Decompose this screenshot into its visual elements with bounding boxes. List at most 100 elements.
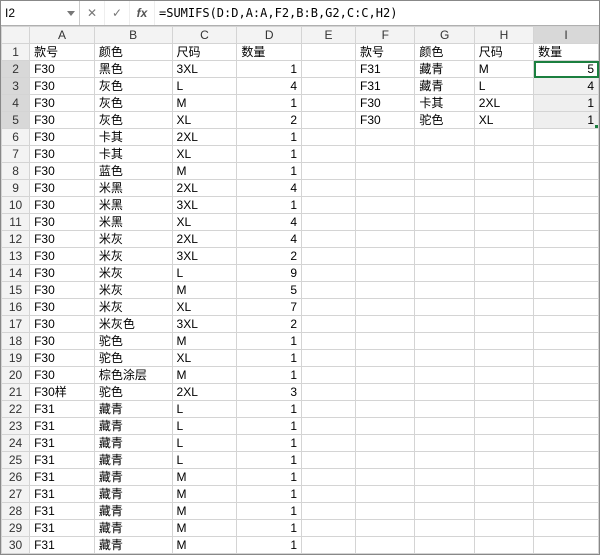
cell[interactable]	[415, 197, 474, 214]
cell[interactable]: F30	[356, 112, 415, 129]
cell[interactable]: 米黑	[94, 180, 172, 197]
cell[interactable]	[415, 401, 474, 418]
cell[interactable]: 1	[237, 367, 302, 384]
cell[interactable]: 驼色	[94, 384, 172, 401]
cell[interactable]: 1	[534, 112, 599, 129]
cell[interactable]: F31	[30, 418, 95, 435]
cell[interactable]	[302, 469, 356, 486]
cell[interactable]: F30	[30, 146, 95, 163]
cell[interactable]: 2XL	[172, 129, 237, 146]
cell[interactable]	[415, 129, 474, 146]
cell[interactable]: 1	[237, 197, 302, 214]
cell[interactable]: 藏青	[94, 418, 172, 435]
col-header-C[interactable]: C	[172, 27, 237, 44]
cell[interactable]	[534, 231, 599, 248]
cell[interactable]	[415, 333, 474, 350]
cell[interactable]	[302, 231, 356, 248]
cell[interactable]: 藏青	[94, 401, 172, 418]
cell[interactable]	[534, 163, 599, 180]
cell[interactable]	[415, 418, 474, 435]
cell[interactable]: M	[172, 486, 237, 503]
cell[interactable]	[474, 248, 533, 265]
cell[interactable]: F30	[30, 231, 95, 248]
col-header-E[interactable]: E	[302, 27, 356, 44]
cell[interactable]	[415, 469, 474, 486]
cell[interactable]	[356, 333, 415, 350]
cell[interactable]	[474, 214, 533, 231]
cell[interactable]: 1	[237, 61, 302, 78]
cell[interactable]	[474, 486, 533, 503]
cell[interactable]	[356, 265, 415, 282]
cell[interactable]: 款号	[30, 44, 95, 61]
cell[interactable]: F30	[30, 350, 95, 367]
cell[interactable]	[474, 367, 533, 384]
cell[interactable]: M	[474, 61, 533, 78]
cell[interactable]	[534, 486, 599, 503]
row-header[interactable]: 22	[2, 401, 30, 418]
cell[interactable]: 1	[237, 95, 302, 112]
cell[interactable]: 米黑	[94, 197, 172, 214]
cell[interactable]: 1	[237, 129, 302, 146]
cell[interactable]: F30	[30, 61, 95, 78]
cell[interactable]: F30	[30, 265, 95, 282]
cell[interactable]: F31	[30, 537, 95, 554]
cell[interactable]: L	[474, 78, 533, 95]
cell[interactable]: 灰色	[94, 95, 172, 112]
cell[interactable]	[302, 248, 356, 265]
cell[interactable]: F30	[30, 163, 95, 180]
cell[interactable]: 卡其	[415, 95, 474, 112]
cell[interactable]	[302, 78, 356, 95]
cell[interactable]: 数量	[237, 44, 302, 61]
cell[interactable]: M	[172, 282, 237, 299]
cell[interactable]	[356, 231, 415, 248]
cell[interactable]	[415, 163, 474, 180]
cell[interactable]	[474, 435, 533, 452]
cell[interactable]	[474, 503, 533, 520]
cell[interactable]	[474, 350, 533, 367]
cell[interactable]: F30	[30, 316, 95, 333]
cell[interactable]	[356, 163, 415, 180]
row-header[interactable]: 4	[2, 95, 30, 112]
col-header-A[interactable]: A	[30, 27, 95, 44]
cell[interactable]: 米黑	[94, 214, 172, 231]
cell[interactable]	[356, 282, 415, 299]
row-header[interactable]: 23	[2, 418, 30, 435]
row-header[interactable]: 19	[2, 350, 30, 367]
cell[interactable]	[415, 435, 474, 452]
col-header-D[interactable]: D	[237, 27, 302, 44]
cell[interactable]	[474, 316, 533, 333]
cell[interactable]: 藏青	[94, 452, 172, 469]
cell[interactable]	[474, 384, 533, 401]
cell[interactable]	[474, 197, 533, 214]
cell[interactable]	[302, 316, 356, 333]
cell[interactable]	[415, 367, 474, 384]
cell[interactable]	[534, 367, 599, 384]
cell[interactable]: 4	[237, 231, 302, 248]
cell[interactable]: M	[172, 537, 237, 554]
cell[interactable]	[415, 486, 474, 503]
cell[interactable]: 1	[237, 418, 302, 435]
cell[interactable]: 1	[237, 401, 302, 418]
cell[interactable]	[474, 265, 533, 282]
cell[interactable]: 3XL	[172, 197, 237, 214]
cell[interactable]: 藏青	[94, 435, 172, 452]
row-header[interactable]: 7	[2, 146, 30, 163]
row-header[interactable]: 17	[2, 316, 30, 333]
cell[interactable]: 灰色	[94, 78, 172, 95]
cell[interactable]: M	[172, 333, 237, 350]
cell[interactable]	[356, 384, 415, 401]
row-header[interactable]: 27	[2, 486, 30, 503]
cell[interactable]	[534, 248, 599, 265]
cell[interactable]	[534, 554, 599, 555]
row-header[interactable]: 28	[2, 503, 30, 520]
cell[interactable]	[356, 180, 415, 197]
cell[interactable]: 1	[237, 520, 302, 537]
cell[interactable]	[302, 180, 356, 197]
row-header[interactable]: 12	[2, 231, 30, 248]
cell[interactable]: 3	[237, 384, 302, 401]
row-header[interactable]: 14	[2, 265, 30, 282]
cell[interactable]	[302, 452, 356, 469]
cell[interactable]: 3XL	[172, 248, 237, 265]
cell[interactable]: 1	[237, 333, 302, 350]
cell[interactable]: 藏青	[415, 78, 474, 95]
